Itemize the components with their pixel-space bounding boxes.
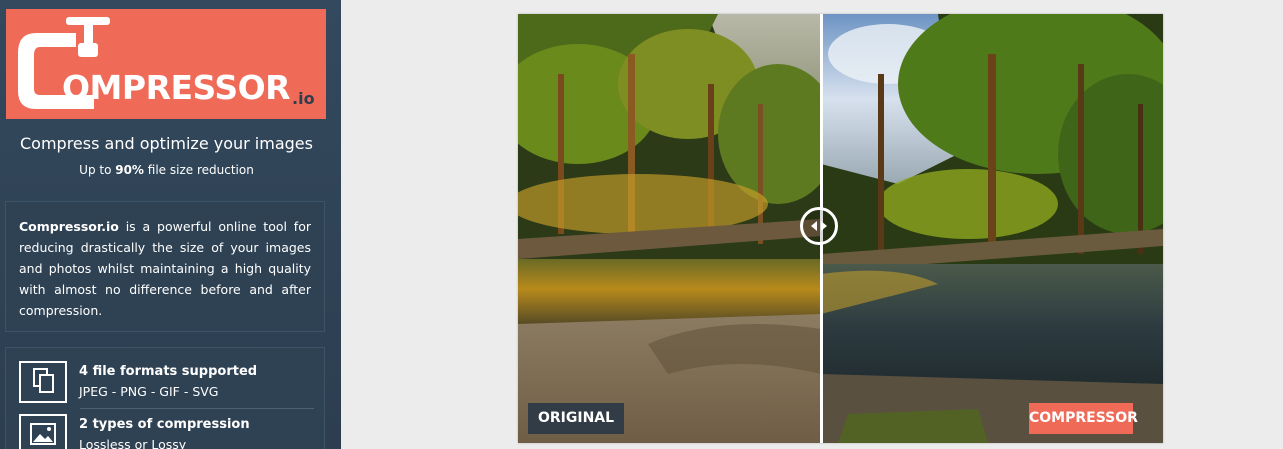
logo[interactable]: OMPRESSOR .io bbox=[6, 9, 326, 119]
logo-suffix: .io bbox=[292, 89, 315, 108]
feature-item-formats: 4 file formats supported JPEG - PNG - GI… bbox=[19, 361, 315, 409]
feature-title: 2 types of compression bbox=[79, 417, 250, 432]
image-icon bbox=[19, 414, 67, 449]
subline-highlight: 90% bbox=[115, 163, 144, 177]
original-label: ORIGINAL bbox=[528, 403, 625, 434]
subline: Up to 90% file size reduction bbox=[0, 163, 333, 177]
arrow-right-icon bbox=[821, 221, 827, 231]
subline-prefix: Up to bbox=[79, 163, 116, 177]
subline-suffix: file size reduction bbox=[143, 163, 254, 177]
feature-subtitle: JPEG - PNG - GIF - SVG bbox=[79, 384, 219, 399]
tagline: Compress and optimize your images bbox=[20, 134, 313, 153]
files-icon bbox=[19, 361, 67, 403]
description-box: Compressor.io is a powerful online tool … bbox=[5, 201, 325, 332]
feature-subtitle: Lossless or Lossy bbox=[79, 437, 187, 449]
features-box: 4 file formats supported JPEG - PNG - GI… bbox=[5, 347, 325, 449]
arrow-left-icon bbox=[811, 221, 817, 231]
forest-photo bbox=[518, 14, 1163, 443]
feature-divider bbox=[80, 408, 314, 409]
logo-wordmark: OMPRESSOR bbox=[62, 68, 291, 107]
description-brand: Compressor.io bbox=[19, 219, 119, 234]
compressor-label: COMPRESSOR bbox=[1029, 403, 1138, 434]
comparison-viewer[interactable]: ORIGINAL COMPRESSOR bbox=[518, 14, 1163, 443]
compare-arrows-icon[interactable] bbox=[800, 207, 838, 245]
feature-item-compression: 2 types of compression Lossless or Lossy bbox=[19, 414, 315, 449]
sidebar: OMPRESSOR .io Compress and optimize your… bbox=[0, 0, 341, 449]
feature-title: 4 file formats supported bbox=[79, 364, 258, 379]
